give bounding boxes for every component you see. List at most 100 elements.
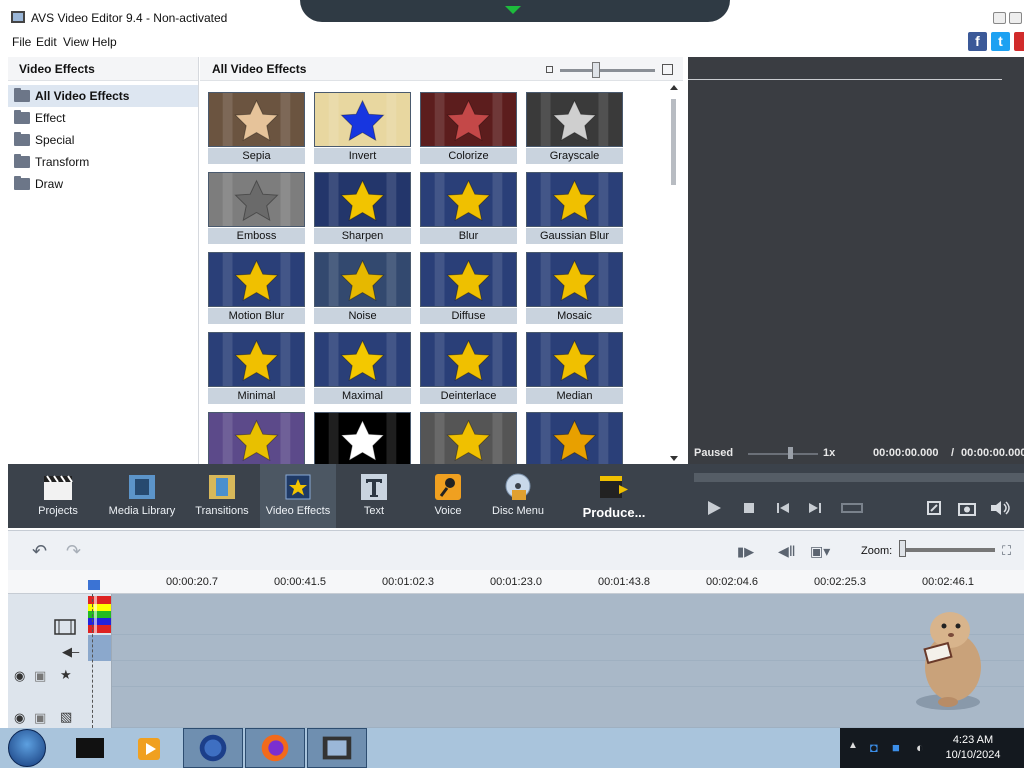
effects-track[interactable] (112, 661, 1024, 687)
gallery-scrollbar[interactable] (670, 85, 678, 464)
scroll-up-arrow-icon[interactable] (670, 85, 678, 90)
produce-button[interactable]: Produce... (572, 464, 656, 528)
audio-track[interactable] (112, 635, 1024, 661)
display-mode-icon[interactable]: ▣▾ (810, 543, 830, 560)
menu-view[interactable]: View (63, 35, 89, 49)
effect-tile[interactable]: Motion Blur (208, 252, 305, 324)
snapshot-camera-icon[interactable] (958, 500, 976, 516)
effect-tile[interactable] (208, 412, 305, 464)
taskbar-firefox-icon[interactable] (245, 728, 305, 768)
speed-slider-knob[interactable] (788, 447, 793, 459)
playback-progress-bar[interactable] (694, 473, 1024, 482)
effect-tile[interactable]: Sepia (208, 92, 305, 164)
clock[interactable]: 4:23 AM 10/10/2024 (940, 733, 1006, 763)
effect-tile-label: Emboss (208, 228, 305, 244)
menu-help[interactable]: Help (92, 35, 117, 49)
overlay-track[interactable] (112, 687, 1024, 728)
scroll-down-arrow-icon[interactable] (670, 456, 678, 461)
lock-icon[interactable]: ▣ (34, 668, 46, 684)
taskbar-avs-video-editor-icon[interactable] (307, 728, 367, 768)
lock-icon[interactable]: ▣ (34, 710, 46, 726)
video-track[interactable] (112, 594, 1024, 635)
effect-tile[interactable]: Maximal (314, 332, 411, 404)
previous-frame-icon[interactable] (776, 502, 790, 514)
zoom-slider[interactable] (899, 548, 995, 552)
taskbar-browser-globe-icon[interactable] (183, 728, 243, 768)
effect-tile[interactable]: Gaussian Blur (526, 172, 623, 244)
thumbnail-size-slider[interactable] (560, 69, 655, 72)
effect-tile[interactable]: Median (526, 332, 623, 404)
current-time: 00:00:00.000 (873, 447, 939, 459)
tree-item-draw[interactable]: Draw (8, 173, 198, 195)
youtube-icon[interactable] (1014, 32, 1024, 51)
fit-timeline-icon[interactable]: ⛶ (1002, 543, 1011, 559)
effect-tile[interactable]: Invert (314, 92, 411, 164)
effect-tile[interactable] (526, 412, 623, 464)
transitions-button[interactable]: Transitions (188, 464, 256, 528)
text-button[interactable]: Text (344, 464, 404, 528)
taskbar-app-black-icon[interactable] (60, 728, 120, 768)
timeline-ruler[interactable]: 00:00:20.7 00:00:41.5 00:01:02.3 00:01:2… (8, 570, 1024, 594)
visibility-eye-icon[interactable]: ◉ (14, 710, 25, 726)
thumbnail-size-knob[interactable] (592, 62, 600, 78)
play-icon[interactable] (706, 500, 722, 516)
effect-tile[interactable]: Diffuse (420, 252, 517, 324)
video-effects-button[interactable]: Video Effects (260, 464, 336, 528)
volume-icon[interactable] (990, 500, 1010, 516)
tray-volume-icon[interactable]: ◐ (916, 740, 924, 755)
loop-icon[interactable] (841, 502, 863, 514)
scroll-thumb[interactable] (671, 99, 676, 185)
effect-tile[interactable]: Grayscale (526, 92, 623, 164)
playhead-marker[interactable] (88, 580, 100, 590)
video-preview[interactable]: Paused 1x 00:00:00.000 / 00:00:00.000 (688, 57, 1024, 464)
effect-tile[interactable]: Deinterlace (420, 332, 517, 404)
star-inverted-icon (314, 92, 411, 147)
tray-expand-icon[interactable]: ▲ (848, 740, 858, 751)
effect-tile-label: Invert (314, 148, 411, 164)
playback-speed: 1x (823, 447, 836, 459)
audio-mixer-icon[interactable]: ◀Ⅱ (778, 543, 796, 560)
speed-slider[interactable] (748, 453, 818, 455)
menu-file[interactable]: File (12, 35, 31, 49)
effect-tile[interactable] (314, 412, 411, 464)
tree-item-effect[interactable]: Effect (8, 107, 198, 129)
fullscreen-icon[interactable] (926, 500, 942, 516)
ruler-tick: 00:01:02.3 (382, 576, 434, 588)
projects-button[interactable]: Projects (20, 464, 96, 528)
effect-tile[interactable]: Sharpen (314, 172, 411, 244)
minimize-button[interactable] (993, 12, 1006, 24)
playhead-line (92, 594, 93, 728)
effect-tile[interactable]: Blur (420, 172, 517, 244)
disc-menu-button[interactable]: Disc Menu (486, 464, 550, 528)
effect-tile[interactable]: Mosaic (526, 252, 623, 324)
tree-item-transform[interactable]: Transform (8, 151, 198, 173)
effect-tile[interactable]: Colorize (420, 92, 517, 164)
small-thumbnails-icon[interactable] (546, 66, 553, 73)
tray-shield-icon[interactable]: ◘ (870, 740, 878, 755)
tray-network-icon[interactable]: ■ (892, 740, 900, 755)
tree-item-special[interactable]: Special (8, 129, 198, 151)
facebook-icon[interactable]: f (968, 32, 987, 51)
tree-item-all-video-effects[interactable]: All Video Effects (8, 85, 198, 107)
effect-tile[interactable]: Noise (314, 252, 411, 324)
large-thumbnails-icon[interactable] (662, 64, 673, 75)
start-button[interactable] (8, 729, 46, 767)
visibility-eye-icon[interactable]: ◉ (14, 668, 25, 684)
stop-icon[interactable] (743, 502, 755, 514)
menu-edit[interactable]: Edit (36, 35, 57, 49)
effect-tile[interactable] (420, 412, 517, 464)
redo-icon[interactable]: ↷ (66, 541, 81, 562)
zoom-slider-knob[interactable] (899, 540, 906, 557)
star-noise-icon (314, 252, 411, 307)
undo-icon[interactable]: ↶ (32, 541, 47, 562)
effect-tile[interactable]: Emboss (208, 172, 305, 244)
effect-tile[interactable]: Minimal (208, 332, 305, 404)
next-frame-icon[interactable] (808, 502, 822, 514)
maximize-button[interactable] (1009, 12, 1022, 24)
timeline-tracks[interactable]: ◀– ◉ ▣ ★ ◉ ▣ ▧ (8, 594, 1024, 728)
media-library-button[interactable]: Media Library (104, 464, 180, 528)
taskbar-media-player-icon[interactable] (120, 728, 180, 768)
twitter-icon[interactable]: t (991, 32, 1010, 51)
voice-button[interactable]: Voice (418, 464, 478, 528)
split-clip-icon[interactable]: ▮▶ (737, 544, 754, 560)
